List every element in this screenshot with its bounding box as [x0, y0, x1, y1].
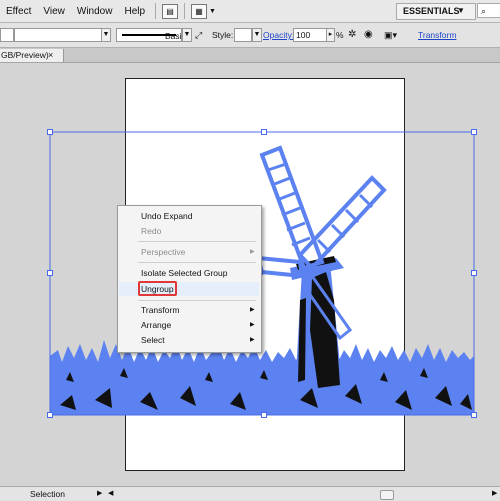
chevron-right-icon[interactable]: ▶ — [97, 488, 102, 500]
menu-divider — [138, 262, 256, 263]
menu-item-isolate-selected-group[interactable]: Isolate Selected Group — [141, 267, 227, 279]
submenu-arrow-icon: ▶ — [250, 322, 255, 328]
submenu-arrow-icon: ▶ — [250, 337, 255, 343]
status-tool-label: Selection — [30, 489, 65, 499]
menu-item-undo-expand[interactable]: Undo Expand — [141, 210, 193, 222]
status-bar: Selection ▶ ◀ ▶ — [0, 486, 500, 501]
resize-handle — [47, 412, 53, 418]
menu-item-select[interactable]: Select — [141, 334, 165, 346]
chevron-left-icon[interactable]: ◀ — [108, 488, 113, 500]
resize-handle — [47, 270, 53, 276]
resize-handle — [471, 129, 477, 135]
resize-handle — [47, 129, 53, 135]
resize-handle — [261, 412, 267, 418]
menu-item-redo: Redo — [141, 226, 162, 236]
grass-shapes — [50, 340, 474, 415]
chevron-right-icon[interactable]: ▶ — [492, 488, 497, 500]
windmill-sails — [255, 145, 387, 341]
highlight-annotation — [138, 281, 177, 296]
menu-divider — [138, 300, 256, 301]
context-menu: Undo Expand Redo Perspective ▶ Isolate S… — [117, 205, 262, 353]
resize-handle — [261, 129, 267, 135]
resize-handle — [471, 270, 477, 276]
menu-item-arrange[interactable]: Arrange — [141, 319, 171, 331]
resize-handle — [471, 412, 477, 418]
menu-divider — [138, 241, 256, 242]
menu-item-transform[interactable]: Transform — [141, 304, 179, 316]
menu-item-perspective: Perspective — [141, 247, 186, 257]
horizontal-scroll-thumb[interactable] — [380, 490, 394, 500]
submenu-arrow-icon: ▶ — [250, 307, 255, 313]
submenu-arrow-icon: ▶ — [250, 249, 255, 255]
